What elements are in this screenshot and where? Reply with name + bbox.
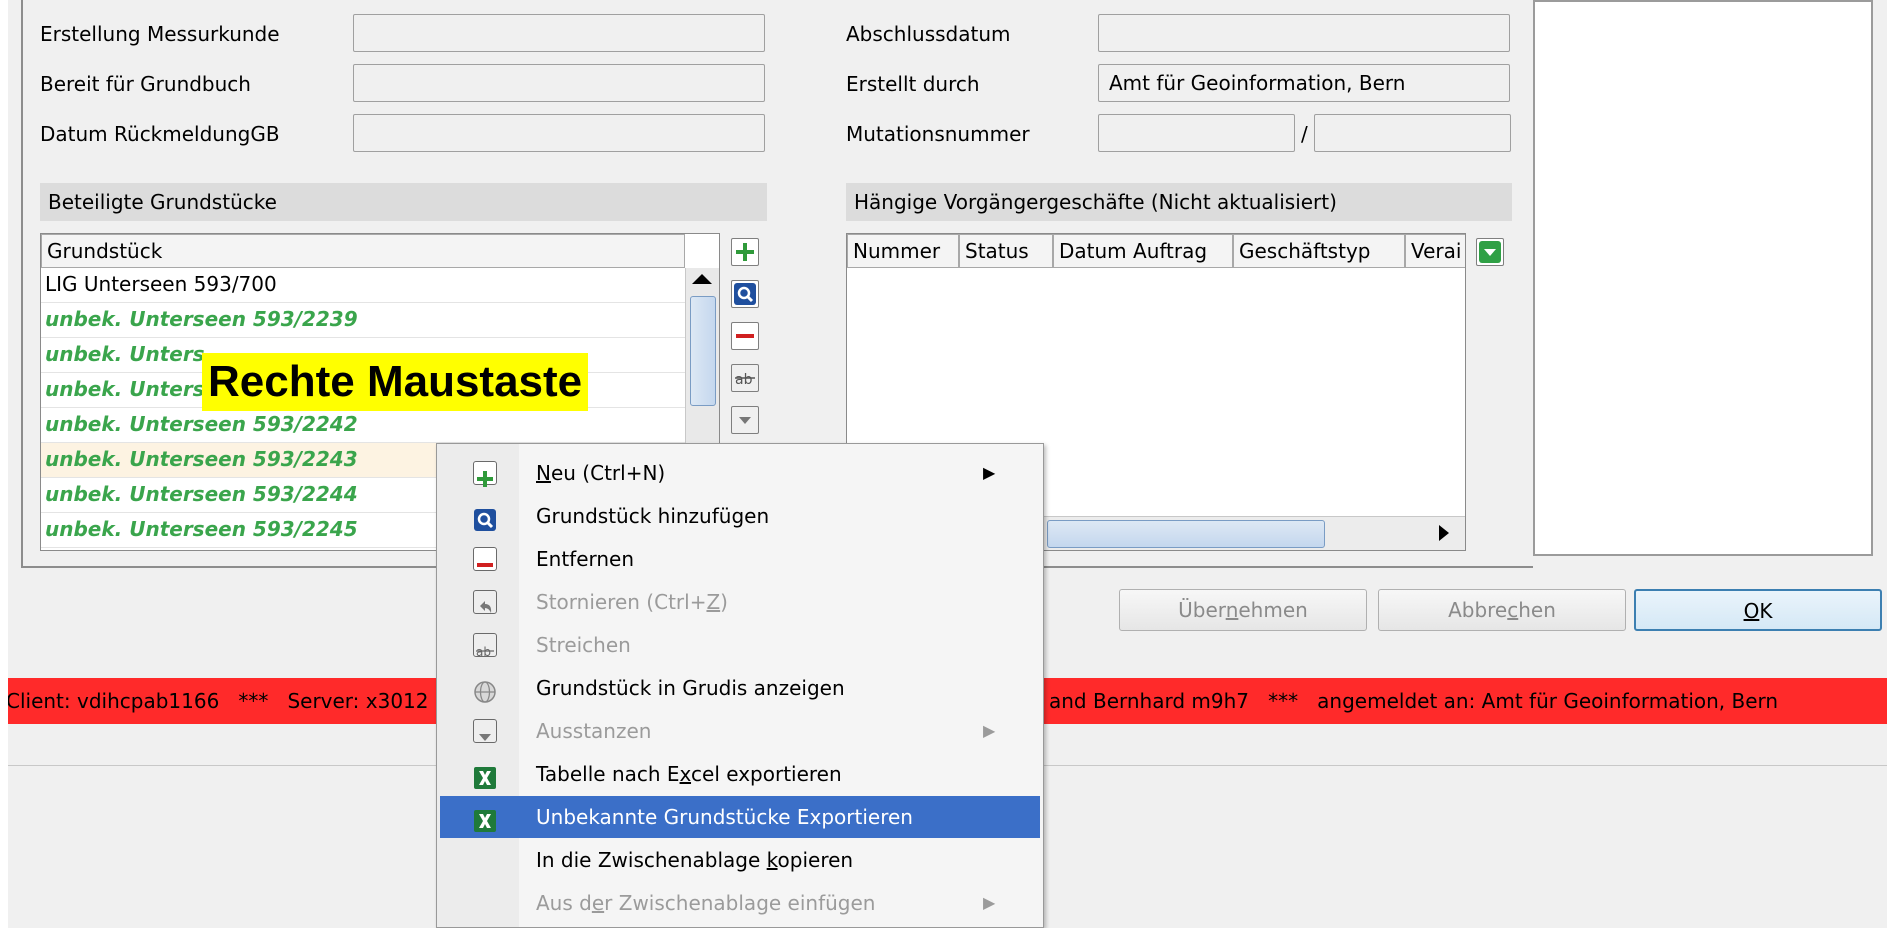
bereit-fuer-grundbuch-field[interactable] xyxy=(353,64,765,102)
menu-item-entfernen[interactable]: Entfernen xyxy=(440,538,1040,580)
annotation-label: Rechte Maustaste xyxy=(202,353,589,411)
label-abschlussdatum: Abschlussdatum xyxy=(846,22,1011,46)
erstellung-messurkunde-field[interactable] xyxy=(353,14,765,52)
menu-item-excel-exportieren[interactable]: Tabelle nach Excel exportieren xyxy=(440,753,1040,795)
search-icon xyxy=(734,283,756,305)
menu-item-neu[interactable]: Neu (Ctrl+N) ▶ xyxy=(440,452,1040,494)
menu-item-grundstueck-hinzufuegen[interactable]: Grundstück hinzufügen xyxy=(440,495,1040,537)
column-header-datum-auftrag[interactable]: Datum Auftrag xyxy=(1053,234,1233,268)
label-bereit-fuer-grundbuch: Bereit für Grundbuch xyxy=(40,72,251,96)
mutation-separator: / xyxy=(1301,122,1308,146)
strike-text-icon: ab xyxy=(473,633,497,659)
scroll-right-icon[interactable] xyxy=(1439,525,1449,541)
plus-icon xyxy=(736,243,754,261)
search-button[interactable] xyxy=(731,280,759,308)
submenu-arrow-icon: ▶ xyxy=(983,463,996,482)
table-row[interactable]: unbek. Unterseen 593/2242 xyxy=(41,408,685,443)
minus-icon xyxy=(736,334,754,338)
scrollbar-thumb[interactable] xyxy=(690,296,716,406)
context-menu: Neu (Ctrl+N) ▶ Grundstück hinzufügen Ent… xyxy=(436,443,1044,928)
menu-item-ausstanzen[interactable]: Ausstanzen ▶ xyxy=(440,710,1040,752)
erstellt-durch-field[interactable]: Amt für Geoinformation, Bern xyxy=(1098,64,1510,102)
menu-item-stornieren[interactable]: Stornieren (Ctrl+Z) xyxy=(440,581,1040,623)
menu-item-zwischenablage-kopieren[interactable]: In die Zwischenablage kopieren xyxy=(440,839,1040,881)
column-header-geschaeftstyp[interactable]: Geschäftstyp xyxy=(1233,234,1405,268)
table-row[interactable]: unbek. Unterseen 593/2239 xyxy=(41,303,685,338)
submenu-arrow-icon: ▶ xyxy=(983,893,996,912)
scroll-up-icon[interactable] xyxy=(692,274,712,284)
strike-text-icon: ab xyxy=(735,372,755,388)
minus-icon xyxy=(473,547,497,571)
column-header-grundstueck[interactable]: Grundstück xyxy=(41,234,685,268)
dropdown-icon xyxy=(473,719,497,743)
chevron-down-icon xyxy=(739,417,751,424)
scrollbar-thumb[interactable] xyxy=(1047,520,1325,548)
label-erstellt-durch: Erstellt durch xyxy=(846,72,980,96)
dropdown-button[interactable] xyxy=(731,406,759,434)
section-vorgaengergeschaefte: Hängige Vorgängergeschäfte (Nicht aktual… xyxy=(846,183,1512,221)
strike-button[interactable]: ab xyxy=(731,364,759,392)
status-text-client-server: Client: vdihcpab1166 *** Server: x3012 xyxy=(6,689,429,713)
submenu-arrow-icon: ▶ xyxy=(983,721,996,740)
column-header-verai[interactable]: Verai xyxy=(1405,234,1465,268)
column-header-nummer[interactable]: Nummer xyxy=(847,234,959,268)
remove-button[interactable] xyxy=(731,322,759,350)
search-icon xyxy=(473,504,497,531)
column-header-status[interactable]: Status xyxy=(959,234,1053,268)
excel-icon xyxy=(473,762,497,789)
label-erstellung-messurkunde: Erstellung Messurkunde xyxy=(40,22,280,46)
section-beteiligte-grundstuecke: Beteiligte Grundstücke xyxy=(40,183,767,221)
abbrechen-button[interactable]: Abbrechen xyxy=(1378,589,1626,631)
globe-icon xyxy=(473,676,497,703)
menu-item-grudis-anzeigen[interactable]: Grundstück in Grudis anzeigen xyxy=(440,667,1040,709)
menu-item-streichen[interactable]: ab Streichen xyxy=(440,624,1040,666)
ok-button[interactable]: OK xyxy=(1634,589,1882,631)
label-datum-rueckmeldung-gb: Datum RückmeldungGB xyxy=(40,122,280,146)
svg-text:ab: ab xyxy=(735,372,753,388)
status-text-user: and Bernhard m9h7 *** angemeldet an: Amt… xyxy=(1049,689,1779,713)
datum-rueckmeldung-gb-field[interactable] xyxy=(353,114,765,152)
table-row[interactable]: LIG Unterseen 593/700 xyxy=(41,268,685,303)
columns-dropdown-button[interactable] xyxy=(1476,238,1504,266)
uebernehmen-button[interactable]: Übernehmen xyxy=(1119,589,1367,631)
menu-item-unbekannte-exportieren[interactable]: Unbekannte Grundstücke Exportieren xyxy=(440,796,1040,838)
abschlussdatum-field[interactable] xyxy=(1098,14,1510,52)
mutationsnummer-field-1[interactable] xyxy=(1098,114,1295,152)
add-button[interactable] xyxy=(731,238,759,266)
menu-item-zwischenablage-einfuegen[interactable]: Aus der Zwischenablage einfügen ▶ xyxy=(440,882,1040,924)
chevron-down-icon xyxy=(1479,241,1501,263)
undo-icon xyxy=(473,590,497,614)
right-panel xyxy=(1533,0,1873,556)
excel-icon xyxy=(473,805,497,832)
plus-icon xyxy=(473,461,497,487)
label-mutationsnummer: Mutationsnummer xyxy=(846,122,1030,146)
svg-text:ab: ab xyxy=(476,645,491,659)
mutationsnummer-field-2[interactable] xyxy=(1314,114,1511,152)
left-edge-bar xyxy=(0,0,8,928)
